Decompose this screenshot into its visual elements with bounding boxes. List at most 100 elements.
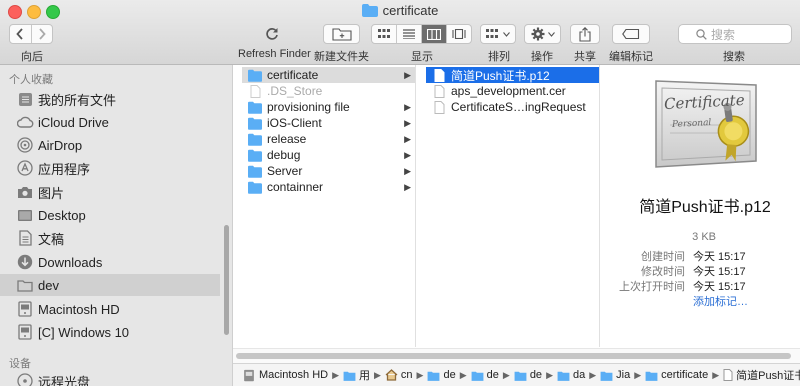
path-segment[interactable]: de xyxy=(514,369,542,381)
sidebar-item-icloud[interactable]: iCloud Drive xyxy=(0,111,220,133)
path-segment[interactable]: de xyxy=(471,369,499,381)
list-item[interactable]: debug ▶ xyxy=(242,147,415,163)
sidebar-item-windows[interactable]: [C] Windows 10 xyxy=(0,321,220,343)
certificate-icon: Certificate Personal xyxy=(650,75,762,178)
path-segment[interactable]: 用 xyxy=(343,367,370,383)
icon-view-icon[interactable] xyxy=(372,25,397,43)
preview-filesize: 3 KB xyxy=(692,231,716,243)
sidebar-item-dev[interactable]: dev xyxy=(0,274,220,296)
search-placeholder: 搜索 xyxy=(711,27,736,42)
item-label: aps_development.cer xyxy=(451,84,566,98)
list-view-icon[interactable] xyxy=(397,25,422,43)
scrollbar-thumb[interactable] xyxy=(236,353,791,359)
list-item[interactable]: release ▶ xyxy=(242,131,415,147)
list-item[interactable]: certificate ▶ xyxy=(242,67,415,83)
preview-filename: 简道Push证书.p12 xyxy=(639,199,771,216)
list-item[interactable]: provisioning file ▶ xyxy=(242,99,415,115)
arrange-button[interactable] xyxy=(480,24,516,44)
list-item[interactable]: Server ▶ xyxy=(242,163,415,179)
home-icon xyxy=(385,369,398,381)
list-item[interactable]: containner ▶ xyxy=(242,179,415,195)
sidebar-item-downloads[interactable]: Downloads xyxy=(0,251,220,273)
back-forward-segment xyxy=(10,25,53,43)
folder-icon xyxy=(16,276,34,294)
path-segment[interactable]: da xyxy=(557,369,585,381)
sidebar-item-label: iCloud Drive xyxy=(38,114,109,130)
folder-icon xyxy=(248,149,262,162)
sidebar-scrollbar[interactable] xyxy=(224,225,229,335)
gallery-view-icon[interactable] xyxy=(447,25,471,43)
meta-label: 修改时间 xyxy=(641,266,685,278)
path-segment-label: certificate xyxy=(661,369,709,381)
list-item[interactable]: iOS-Client ▶ xyxy=(242,115,415,131)
path-segment-label: 简道Push证书.p12 xyxy=(736,370,800,382)
add-tags-link[interactable]: 添加标记… xyxy=(693,293,748,309)
share-button[interactable] xyxy=(570,24,600,44)
meta-value: 今天 15:17 xyxy=(693,251,746,263)
search-input[interactable]: 搜索 xyxy=(678,24,792,44)
edit-tags-button[interactable] xyxy=(612,24,650,44)
list-item[interactable]: 简道Push证书.p12 xyxy=(426,67,599,83)
back-label: 向后 xyxy=(21,51,43,63)
disclosure-arrow-icon: ▶ xyxy=(404,69,411,80)
airdrop-icon xyxy=(16,136,34,154)
path-segment[interactable]: Jia xyxy=(600,369,630,381)
folder-icon xyxy=(248,165,262,178)
devices-heading: 设备 xyxy=(9,358,31,370)
sidebar-item-desktop[interactable]: Desktop xyxy=(0,204,220,226)
forward-button[interactable] xyxy=(32,25,53,43)
path-segment[interactable]: Macintosh HD xyxy=(243,369,328,382)
sidebar-item-pictures[interactable]: 图片 xyxy=(0,181,220,203)
chevron-down-icon xyxy=(503,31,510,37)
sidebar-item-all-files[interactable]: 我的所有文件 xyxy=(0,88,220,110)
share-label: 共享 xyxy=(574,51,596,63)
path-separator-icon: ▶ xyxy=(589,369,597,380)
path-separator-icon: ▶ xyxy=(546,369,553,380)
sidebar-item-remote-disc[interactable]: 远程光盘 xyxy=(0,370,220,386)
folder-icon xyxy=(471,371,484,381)
refresh-icon[interactable] xyxy=(264,26,280,45)
sidebar-item-macintosh-hd[interactable]: Macintosh HD xyxy=(0,298,220,320)
action-button[interactable] xyxy=(524,24,561,44)
item-label: 简道Push证书.p12 xyxy=(451,68,550,83)
path-segment-label: 用 xyxy=(359,370,370,382)
horizontal-scrollbar[interactable] xyxy=(233,348,800,363)
sidebar-item-label: AirDrop xyxy=(38,137,83,153)
window-title: certificate xyxy=(0,2,800,22)
edit-tags-label: 编辑标记 xyxy=(609,51,653,63)
favorites-heading: 个人收藏 xyxy=(9,74,53,86)
certificate-subtitle-text: Personal xyxy=(671,117,712,131)
view-mode-control[interactable] xyxy=(371,24,472,44)
back-forward-control[interactable] xyxy=(9,24,53,44)
sidebar-item-documents[interactable]: 文稿 xyxy=(0,227,220,249)
list-item[interactable]: CertificateS…ingRequest xyxy=(426,99,599,115)
folder-icon xyxy=(248,181,262,194)
path-segment[interactable]: cn xyxy=(385,369,413,381)
item-label: release xyxy=(267,132,307,146)
search-label: 搜索 xyxy=(723,51,745,63)
item-label: .DS_Store xyxy=(267,84,323,98)
path-segment-label: cn xyxy=(400,369,413,381)
list-item[interactable]: .DS_Store xyxy=(242,83,415,99)
back-button[interactable] xyxy=(10,25,32,43)
column-view-icon[interactable] xyxy=(422,25,447,43)
item-label: provisioning file xyxy=(267,100,350,114)
path-separator-icon: ▶ xyxy=(416,369,424,380)
path-segment[interactable]: de xyxy=(427,369,456,381)
sidebar-item-label: Downloads xyxy=(38,254,103,270)
list-item[interactable]: aps_development.cer xyxy=(426,83,599,99)
file-icon xyxy=(434,68,445,82)
path-segment[interactable]: 简道Push证书.p12 xyxy=(723,367,800,383)
sidebar-item-label: dev xyxy=(38,277,59,293)
sidebar-item-applications[interactable]: 应用程序 xyxy=(0,157,220,179)
view-mode-segment xyxy=(372,25,471,43)
new-folder-label: 新建文件夹 xyxy=(314,51,369,63)
sidebar-item-airdrop[interactable]: AirDrop xyxy=(0,134,220,156)
column-2: 简道Push证书.p12 aps_development.cer Certifi… xyxy=(426,65,600,347)
disclosure-arrow-icon: ▶ xyxy=(404,117,411,128)
path-segment[interactable]: certificate xyxy=(645,369,708,381)
new-folder-button[interactable] xyxy=(323,24,360,44)
folder-icon xyxy=(248,69,262,82)
sidebar-item-label: 我的所有文件 xyxy=(38,92,117,108)
meta-label: 创建时间 xyxy=(641,251,685,263)
